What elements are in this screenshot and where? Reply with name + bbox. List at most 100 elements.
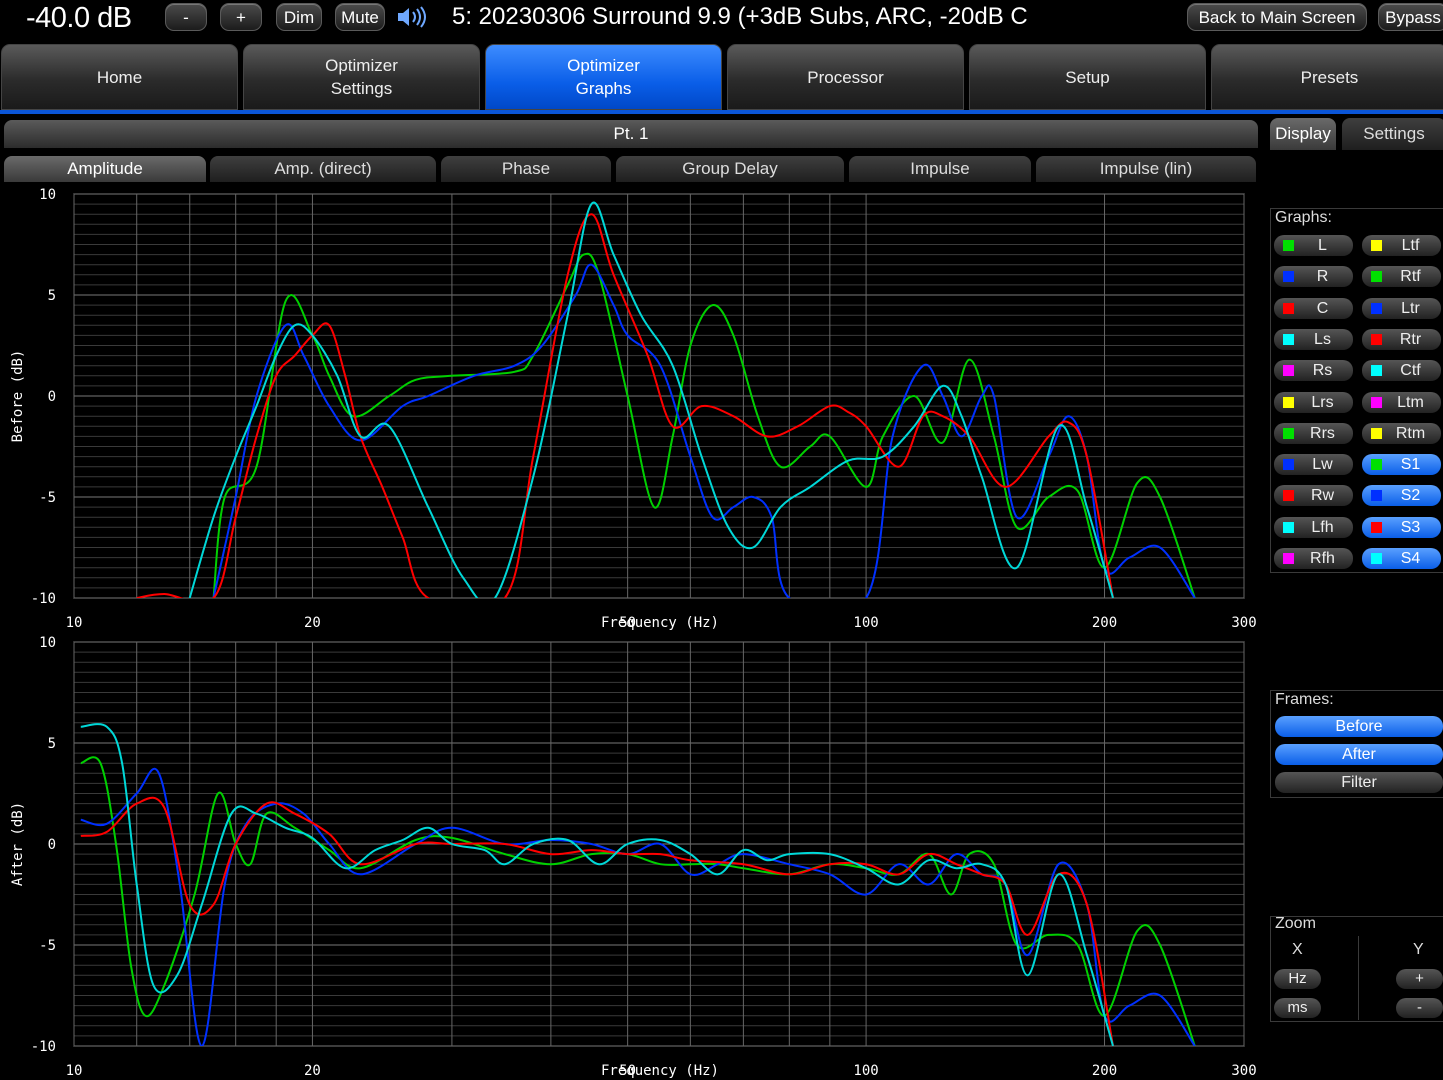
channel-label: Rtr — [1399, 330, 1422, 348]
mute-button[interactable]: Mute — [335, 3, 385, 31]
x-tick-label: 100 — [853, 1063, 878, 1079]
channel-label: Rrs — [1310, 424, 1335, 442]
graph-tab-amp-direct[interactable]: Amp. (direct) — [210, 156, 436, 182]
graph-tab-impulse-lin[interactable]: Impulse (lin) — [1036, 156, 1256, 182]
graphs-label: Graphs: — [1275, 209, 1332, 226]
x-axis-label: Frequency (Hz) — [601, 1063, 719, 1079]
channel-toggle-rtm[interactable]: Rtm — [1362, 422, 1441, 444]
volume-down-button[interactable]: - — [165, 3, 207, 31]
after-amplitude-chart[interactable]: 1050-5-1010 20 50 100 200 300Frequency (Hz)Af… — [0, 631, 1262, 1080]
tab-setup[interactable]: Setup — [969, 44, 1206, 110]
channel-toggle-c[interactable]: C — [1274, 297, 1353, 319]
before-amplitude-chart[interactable]: 1050-5-1010 20 50 100 200 300Frequency (Hz)Be… — [0, 183, 1262, 631]
zoom-y-in-button[interactable]: + — [1396, 969, 1443, 989]
frame-toggle-filter[interactable]: Filter — [1275, 772, 1443, 793]
graph-tab-group-delay[interactable]: Group Delay — [616, 156, 844, 182]
channel-label: Lw — [1312, 456, 1333, 474]
zoom-y-out-button[interactable]: - — [1396, 998, 1443, 1018]
tab-home[interactable]: Home — [1, 44, 238, 110]
channel-toggle-lfh[interactable]: Lfh — [1274, 516, 1353, 538]
y-tick-label: -5 — [39, 490, 56, 506]
channel-toggle-lw[interactable]: Lw — [1274, 454, 1353, 476]
channel-toggle-rtr[interactable]: Rtr — [1362, 328, 1441, 350]
channel-toggle-l[interactable]: L — [1274, 235, 1353, 256]
y-tick-label: 0 — [48, 389, 56, 405]
bypass-button[interactable]: Bypass — [1378, 3, 1443, 31]
frame-toggle-after[interactable]: After — [1275, 744, 1443, 765]
channel-toggle-rs[interactable]: Rs — [1274, 360, 1353, 382]
y-tick-label: 5 — [48, 736, 56, 752]
y-tick-label: 5 — [48, 288, 56, 304]
tab-display[interactable]: Display — [1270, 118, 1336, 150]
channel-label: C — [1316, 299, 1329, 317]
channel-label: S3 — [1400, 518, 1421, 536]
channel-label: Rs — [1312, 362, 1333, 380]
volume-up-button[interactable]: + — [220, 3, 262, 31]
x-tick-label: 300 — [1231, 1063, 1256, 1079]
channel-toggle-ltf[interactable]: Ltf — [1362, 235, 1441, 256]
channel-toggle-r[interactable]: R — [1274, 266, 1353, 288]
channel-toggle-rrs[interactable]: Rrs — [1274, 422, 1353, 444]
tab-processor[interactable]: Processor — [727, 44, 964, 110]
top-bar: -40.0 dB - + Dim Mute 5: 20230306 Surrou… — [0, 0, 1443, 38]
tab-settings[interactable]: Settings — [1342, 118, 1443, 150]
y-tick-label: -5 — [39, 938, 56, 954]
channel-label: Ltm — [1397, 393, 1424, 411]
x-tick-label: 200 — [1092, 615, 1117, 631]
channel-toggle-ltr[interactable]: Ltr — [1362, 297, 1441, 319]
channel-label: Rfh — [1310, 550, 1335, 567]
zoom-label: Zoom — [1275, 915, 1316, 932]
channel-label: Ctf — [1400, 362, 1421, 380]
frames-label: Frames: — [1275, 691, 1334, 708]
graph-tab-impulse[interactable]: Impulse — [849, 156, 1031, 182]
zoom-hz-button[interactable]: Hz — [1274, 969, 1321, 989]
y-tick-label: -10 — [31, 591, 56, 607]
channel-label: Rtm — [1395, 424, 1426, 442]
channel-toggle-rtf[interactable]: Rtf — [1362, 266, 1441, 288]
y-tick-label: -10 — [31, 1039, 56, 1055]
speaker-icon[interactable] — [396, 5, 430, 29]
tab-optimizer-graphs[interactable]: Optimizer Graphs — [485, 44, 722, 110]
y-tick-label: 10 — [39, 187, 56, 203]
channel-label: Ltf — [1401, 237, 1420, 254]
x-tick-label: 100 — [853, 615, 878, 631]
graph-tab-phase[interactable]: Phase — [441, 156, 611, 182]
channel-toggle-ltm[interactable]: Ltm — [1362, 391, 1441, 413]
x-axis-label: Frequency (Hz) — [601, 615, 719, 631]
graph-tab-amplitude[interactable]: Amplitude — [4, 156, 206, 182]
channel-toggle-s3[interactable]: S3 — [1362, 516, 1441, 538]
main-tabs: Home Optimizer Settings Optimizer Graphs Pr… — [0, 42, 1443, 114]
channel-label: Rw — [1310, 487, 1335, 505]
frame-toggle-before[interactable]: Before — [1275, 716, 1443, 737]
channel-toggle-s1[interactable]: S1 — [1362, 454, 1441, 476]
zoom-ms-button[interactable]: ms — [1274, 998, 1321, 1018]
channel-toggle-s4[interactable]: S4 — [1362, 548, 1441, 569]
tab-optimizer-settings[interactable]: Optimizer Settings — [243, 44, 480, 110]
point-label: Pt. 1 — [4, 120, 1258, 148]
zoom-y-label: Y — [1413, 941, 1424, 958]
x-tick-label: 300 — [1231, 615, 1256, 631]
channel-label: Ls — [1314, 330, 1331, 348]
channel-toggle-s2[interactable]: S2 — [1362, 485, 1441, 507]
y-tick-label: 0 — [48, 837, 56, 853]
channel-label: Rtf — [1400, 268, 1421, 286]
channel-toggle-lrs[interactable]: Lrs — [1274, 391, 1353, 413]
channel-label: S4 — [1400, 550, 1421, 567]
x-tick-label: 10 — [66, 1063, 83, 1079]
x-tick-label: 10 — [66, 615, 83, 631]
channel-toggle-rfh[interactable]: Rfh — [1274, 548, 1353, 569]
channel-label: S2 — [1400, 487, 1421, 505]
x-tick-label: 20 — [304, 615, 321, 631]
channel-label: Lrs — [1311, 393, 1334, 411]
x-tick-label: 200 — [1092, 1063, 1117, 1079]
zoom-divider — [1358, 936, 1359, 1020]
dim-button[interactable]: Dim — [276, 3, 322, 31]
channel-toggle-ls[interactable]: Ls — [1274, 328, 1353, 350]
channel-toggle-rw[interactable]: Rw — [1274, 485, 1353, 507]
channel-label: Lfh — [1311, 518, 1334, 536]
channel-toggle-ctf[interactable]: Ctf — [1362, 360, 1441, 382]
back-main-button[interactable]: Back to Main Screen — [1187, 3, 1367, 31]
tab-presets[interactable]: Presets — [1211, 44, 1443, 110]
channel-label: Ltr — [1401, 299, 1420, 317]
volume-readout: -40.0 dB — [26, 2, 132, 34]
